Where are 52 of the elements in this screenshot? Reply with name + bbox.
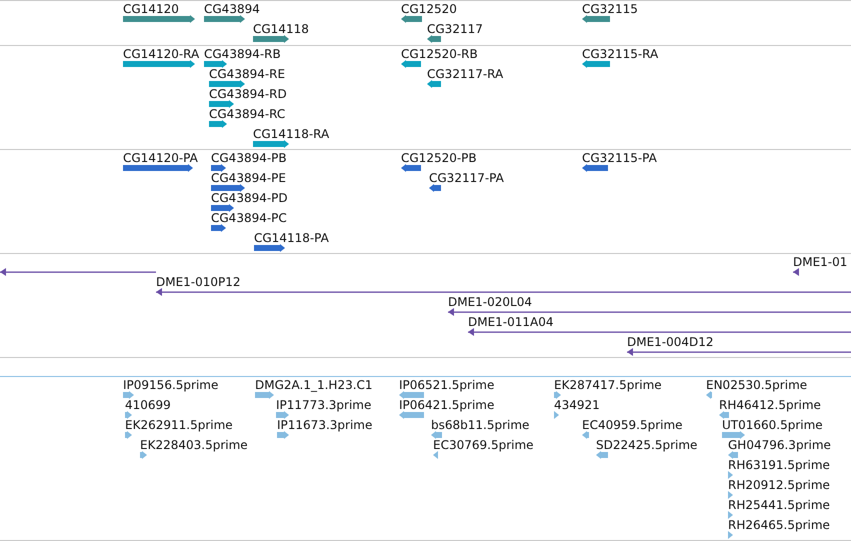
feature-label: DME1-020L04 (448, 295, 532, 309)
feature-label: CG32117-PA (429, 171, 504, 185)
feature-label: DME1-01 (793, 255, 848, 269)
feature-label: bs68b11.5prime (431, 418, 530, 432)
feature-label: EK262911.5prime (125, 418, 233, 432)
feature-label: IP06521.5prime (399, 378, 494, 392)
feature-label: CG14118-RA (253, 127, 330, 141)
feature-label: EK287417.5prime (554, 378, 662, 392)
feature-label: CG43894 (204, 2, 260, 16)
feature-label: RH26465.5prime (728, 518, 830, 532)
feature-label: CG14120 (123, 2, 179, 16)
feature-label: CG43894-RB (204, 47, 281, 61)
feature-label: DME1-010P12 (156, 275, 241, 289)
feature-label: DME1-004D12 (627, 335, 714, 349)
feature-label: CG43894-PD (211, 191, 288, 205)
feature-label: CG12520 (401, 2, 457, 16)
feature-label: RH20912.5prime (728, 478, 830, 492)
feature-label: CG43894-PC (211, 211, 287, 225)
feature-label: CG32115-RA (582, 47, 658, 61)
feature-label: CG14118 (253, 22, 309, 36)
feature-label: DMG2A.1_1.H23.C1 (255, 378, 373, 392)
feature-label: CG32117-RA (427, 67, 504, 81)
feature-label: CG43894-RE (209, 67, 286, 81)
feature-label: CG43894-RD (209, 87, 287, 101)
feature-label: CG32115-PA (582, 151, 657, 165)
feature-label: 410699 (125, 398, 171, 412)
feature-label: CG32117 (427, 22, 483, 36)
feature-label: IP06421.5prime (399, 398, 494, 412)
feature-label: RH63191.5prime (728, 458, 830, 472)
feature-label: CG32115 (582, 2, 638, 16)
feature-label: CG14120-PA (123, 151, 198, 165)
feature-label: CG43894-PE (211, 171, 286, 185)
feature-label: CG14120-RA (123, 47, 200, 61)
feature-label: IP11773.3prime (276, 398, 372, 412)
feature-label: IP11673.3prime (277, 418, 372, 432)
feature-label: CG43894-PB (211, 151, 287, 165)
feature-label: DME1-011A04 (468, 315, 554, 329)
feature-label: RH46412.5prime (719, 398, 821, 412)
feature-label: 434921 (554, 398, 600, 412)
feature-label: CG14118-PA (254, 231, 329, 245)
feature-label: EK228403.5prime (140, 438, 248, 452)
feature-label: EC40959.5prime (582, 418, 683, 432)
feature-label: EN02530.5prime (706, 378, 808, 392)
feature-label: CG12520-PB (401, 151, 477, 165)
feature-label: SD22425.5prime (596, 438, 698, 452)
feature-label: CG43894-RC (209, 107, 286, 121)
feature-label: CG12520-RB (401, 47, 478, 61)
feature-label: EC30769.5prime (433, 438, 534, 452)
feature-label: GH04796.3prime (728, 438, 831, 452)
feature-label: UT01660.5prime (722, 418, 823, 432)
feature-label: IP09156.5prime (123, 378, 218, 392)
feature-label: RH25441.5prime (728, 498, 830, 512)
